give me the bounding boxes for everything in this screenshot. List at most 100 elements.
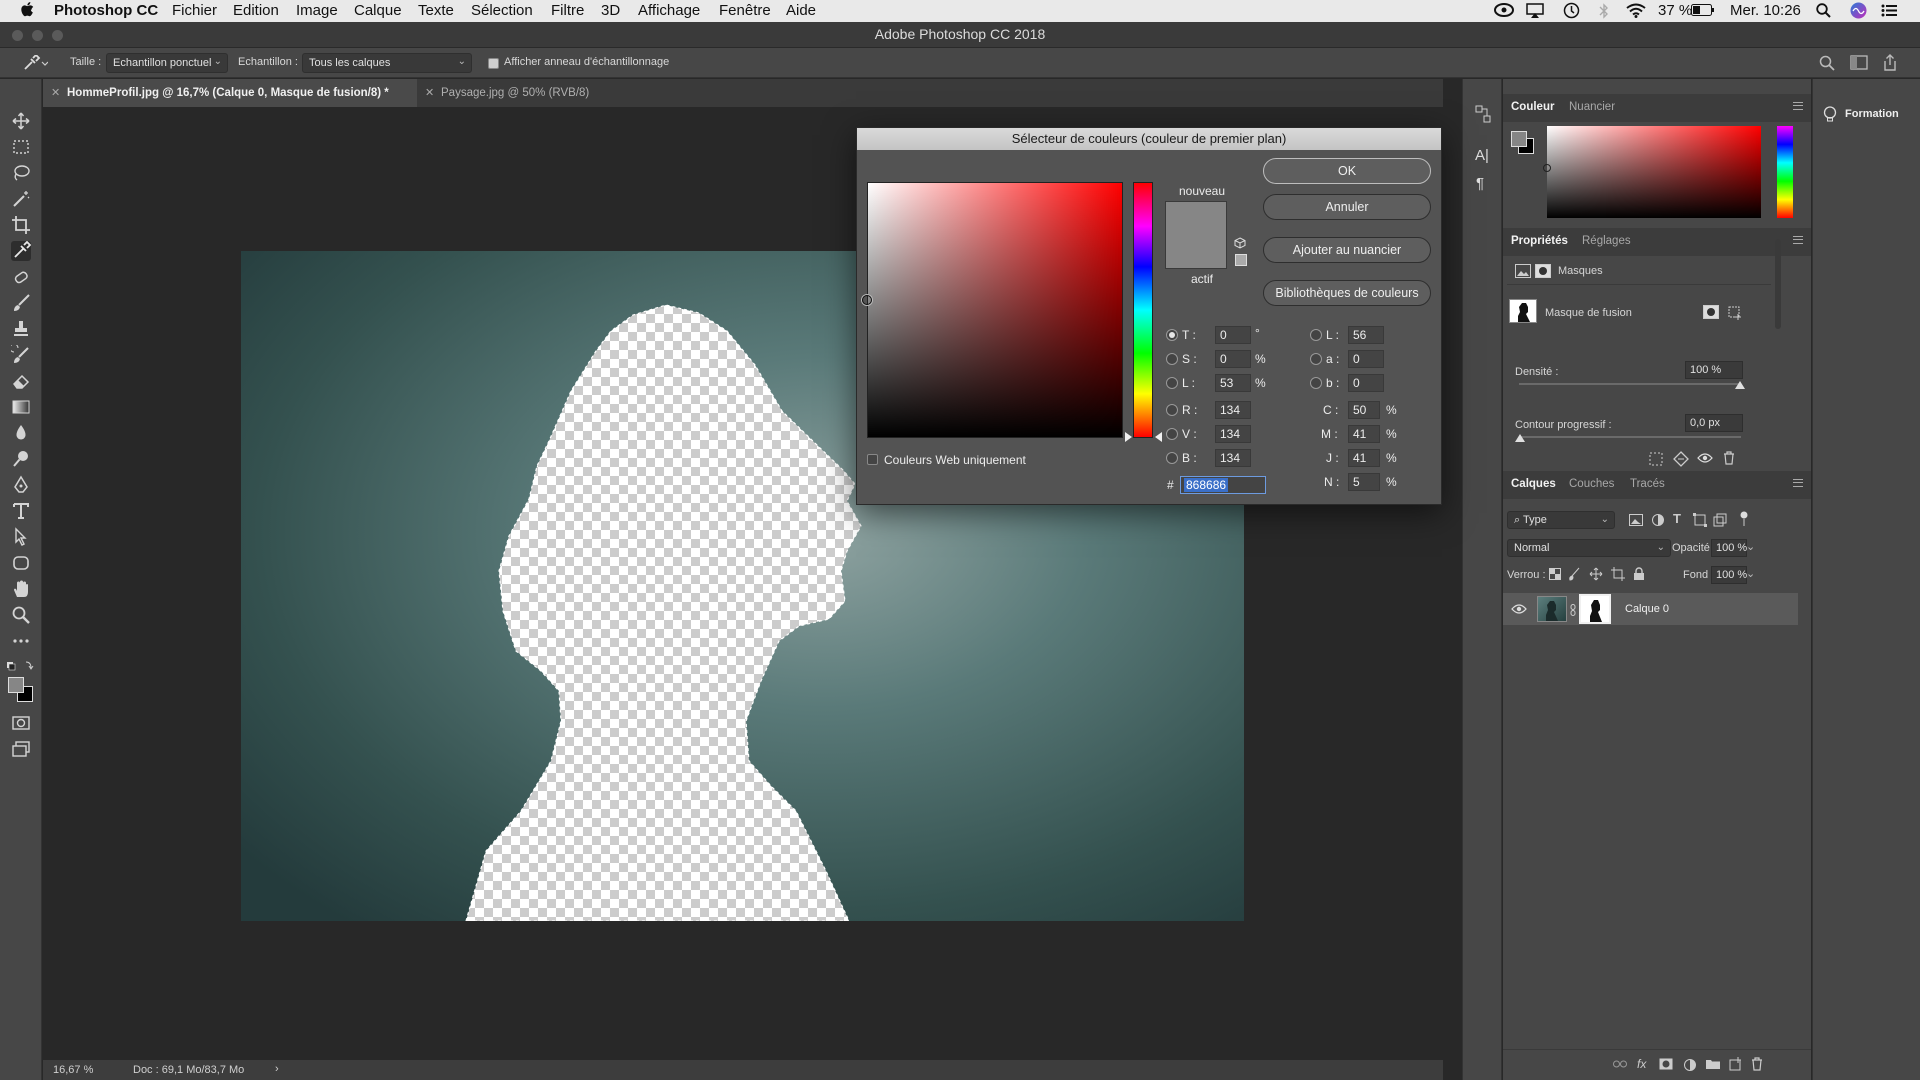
tab-nuancier[interactable]: Nuancier (1569, 101, 1615, 113)
learn-button[interactable]: Formation (1821, 105, 1913, 125)
filter-toggle-icon[interactable] (1739, 511, 1749, 527)
clone-stamp-tool-icon[interactable] (11, 319, 31, 339)
tab-traces[interactable]: Tracés (1630, 478, 1665, 490)
menu-fichier[interactable]: Fichier (172, 2, 217, 19)
lab-l-radio[interactable] (1310, 329, 1322, 341)
dodge-tool-icon[interactable] (11, 449, 31, 469)
lock-transparency-icon[interactable] (1549, 568, 1561, 580)
gradient-tool-icon[interactable] (11, 397, 31, 417)
red-radio[interactable] (1166, 404, 1178, 416)
layer-mask-thumbnail[interactable] (1579, 594, 1611, 624)
saturation-radio[interactable] (1166, 353, 1178, 365)
blue-input[interactable]: 134 (1215, 449, 1251, 467)
menu-selection[interactable]: Sélection (471, 2, 533, 19)
size-dropdown[interactable]: Echantillon ponctuel ⌄ (106, 53, 228, 73)
red-input[interactable]: 134 (1215, 401, 1251, 419)
density-slider-handle[interactable] (1735, 381, 1745, 389)
blur-tool-icon[interactable] (11, 423, 31, 443)
path-selection-tool-icon[interactable] (11, 527, 31, 547)
color-field[interactable] (1543, 126, 1761, 218)
menu-texte[interactable]: Texte (418, 2, 454, 19)
screen-mode-icon[interactable] (11, 739, 31, 759)
history-brush-tool-icon[interactable] (11, 345, 31, 365)
layer-style-icon[interactable]: fx (1637, 1057, 1646, 1071)
saturation-input[interactable]: 0 (1215, 350, 1251, 368)
spotlight-icon[interactable] (1816, 3, 1831, 18)
new-group-icon[interactable] (1705, 1058, 1721, 1070)
properties-scrollbar[interactable] (1775, 239, 1781, 329)
layer-filter-dropdown[interactable]: ⌕ Type ⌄ (1507, 511, 1615, 529)
density-input[interactable]: 100 % (1685, 361, 1743, 379)
wifi-icon[interactable] (1626, 3, 1646, 18)
layer-thumbnail[interactable] (1537, 596, 1567, 622)
ok-button[interactable]: OK (1263, 158, 1431, 184)
add-mask-icon[interactable] (1659, 1058, 1673, 1070)
tab-couches[interactable]: Couches (1569, 478, 1614, 490)
brightness-radio[interactable] (1166, 377, 1178, 389)
vector-mask-icon[interactable] (1535, 264, 1551, 278)
filter-pixel-icon[interactable] (1629, 514, 1643, 526)
hue-strip[interactable] (1777, 126, 1793, 218)
lab-a-radio[interactable] (1310, 353, 1322, 365)
opacity-input[interactable]: 100 % (1711, 539, 1747, 557)
tab-reglages[interactable]: Réglages (1582, 235, 1631, 247)
link-layers-icon[interactable] (1613, 1059, 1627, 1069)
lasso-tool-icon[interactable] (11, 163, 31, 183)
mask-thumbnail[interactable] (1509, 299, 1537, 323)
paragraph-panel-icon[interactable]: ¶ (1476, 175, 1484, 192)
lab-l-input[interactable]: 56 (1348, 326, 1384, 344)
cancel-button[interactable]: Annuler (1263, 194, 1431, 220)
delete-mask-icon[interactable] (1723, 451, 1735, 465)
zoom-tool-icon[interactable] (11, 605, 31, 625)
feather-slider-handle[interactable] (1515, 434, 1525, 442)
lock-pixels-icon[interactable] (1569, 567, 1581, 581)
color-field-cursor[interactable] (1543, 164, 1551, 172)
density-slider[interactable] (1519, 383, 1741, 385)
hue-slider[interactable] (1133, 182, 1153, 438)
hue-slider-left-arrow[interactable] (1125, 432, 1133, 442)
fill-chevron-icon[interactable]: ⌄ (1746, 567, 1755, 580)
more-tools-icon[interactable] (11, 631, 31, 651)
status-menu-icon[interactable]: › (275, 1063, 279, 1075)
lab-b-radio[interactable] (1310, 377, 1322, 389)
move-tool-icon[interactable] (11, 111, 31, 131)
magenta-input[interactable]: 41 (1348, 425, 1380, 443)
tab-paysage[interactable]: ✕ Paysage.jpg @ 50% (RVB/8) (417, 79, 627, 107)
select-mask-icon[interactable] (1703, 305, 1719, 319)
black-input[interactable]: 5 (1348, 473, 1380, 491)
tab-hommeprofil[interactable]: ✕ HommeProfil.jpg @ 16,7% (Calque 0, Mas… (43, 79, 417, 107)
new-layer-icon[interactable] (1729, 1057, 1743, 1071)
bluetooth-icon[interactable] (1599, 3, 1609, 19)
close-tab-icon[interactable]: ✕ (51, 86, 60, 99)
crop-tool-icon[interactable] (11, 215, 31, 235)
swap-colors-icon[interactable] (6, 659, 36, 673)
quick-mask-icon[interactable] (11, 713, 31, 733)
green-radio[interactable] (1166, 428, 1178, 440)
eraser-tool-icon[interactable] (11, 371, 31, 391)
hue-input[interactable]: 0 (1215, 326, 1251, 344)
zoom-level[interactable]: 16,67 % (53, 1064, 93, 1076)
hue-radio[interactable] (1166, 329, 1178, 341)
lab-a-input[interactable]: 0 (1348, 350, 1384, 368)
apple-icon[interactable] (20, 1, 34, 18)
add-to-swatches-button[interactable]: Ajouter au nuancier (1263, 237, 1431, 263)
menu-fenetre[interactable]: Fenêtre (719, 2, 771, 19)
apply-mask-icon[interactable] (1673, 451, 1689, 467)
menu-aide[interactable]: Aide (786, 2, 816, 19)
layer-name[interactable]: Calque 0 (1625, 603, 1669, 615)
filter-smart-object-icon[interactable] (1713, 513, 1727, 527)
hue-slider-right-arrow[interactable] (1154, 432, 1162, 442)
green-input[interactable]: 134 (1215, 425, 1251, 443)
delete-layer-icon[interactable] (1751, 1057, 1763, 1071)
panel-menu-icon[interactable] (1793, 102, 1803, 110)
panel-menu-icon[interactable] (1793, 479, 1803, 487)
add-vector-mask-icon[interactable] (1727, 305, 1743, 321)
brush-tool-icon[interactable] (11, 293, 31, 313)
hand-tool-icon[interactable] (11, 579, 31, 599)
eyedropper-preset-icon[interactable] (22, 55, 48, 71)
tab-couleur[interactable]: Couleur (1511, 101, 1554, 113)
menu-image[interactable]: Image (296, 2, 338, 19)
cyan-input[interactable]: 50 (1348, 401, 1380, 419)
lab-b-input[interactable]: 0 (1348, 374, 1384, 392)
panel-menu-icon[interactable] (1793, 236, 1803, 244)
